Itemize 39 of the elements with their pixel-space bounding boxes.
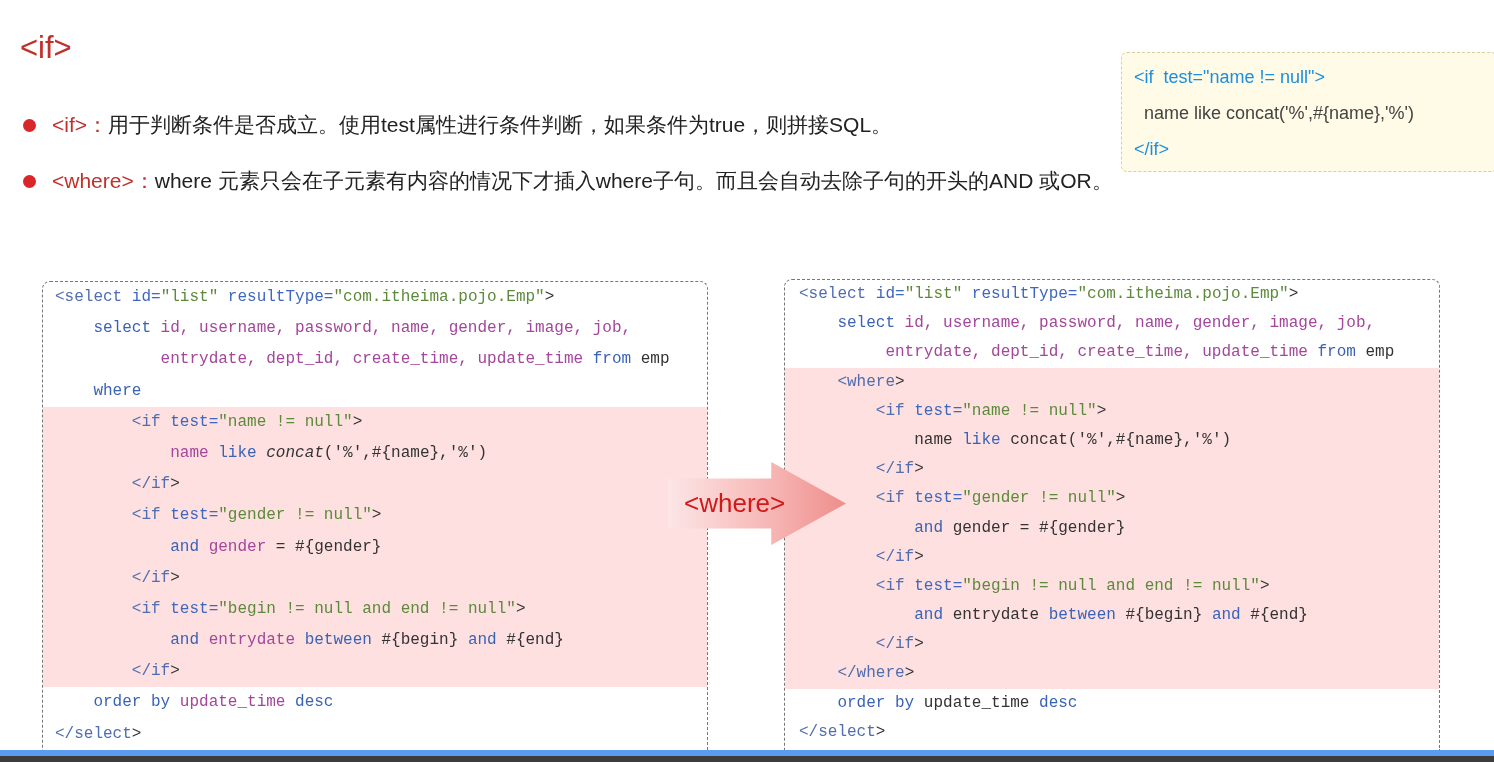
code-line: and entrydate between #{begin} and #{end} [913, 606, 1308, 625]
slide-title: <if> [20, 29, 72, 67]
code-line: name like concat('%',#{name},'%') [913, 430, 1232, 449]
code-line: and gender = #{gender} [913, 518, 1126, 537]
bullet-text: <if>：用于判断条件是否成立。使用test属性进行条件判断，如果条件为true，则拼接SQL。 [52, 112, 893, 138]
note-line: </if> [1134, 138, 1171, 161]
code-line: </if> [130, 662, 180, 681]
code-line: <if test="begin != null and end != null"> [130, 599, 526, 618]
code-line: <where> [836, 372, 905, 391]
bullet-dot [23, 174, 36, 188]
code-line: </if> [874, 460, 924, 479]
code-line: </if> [874, 635, 924, 654]
code-line: entrydate, dept_id, create_time, update_time from emp [884, 343, 1395, 362]
code-line: <if test="begin != null and end != null"> [874, 576, 1270, 595]
code-line: and entrydate between #{begin} and #{end} [169, 631, 564, 650]
note-line: name like concat('%',#{name},'%') [1143, 102, 1415, 125]
code-line: </select> [55, 724, 142, 743]
code-line: <select id="list" resultType="com.itheima.pojo.Emp"> [799, 285, 1299, 303]
code-line: select id, username, password, name, gender, image, job, [92, 319, 632, 338]
note-line: <if test="name != null"> [1134, 66, 1326, 89]
code-line: entrydate, dept_id, create_time, update_time from emp [159, 350, 670, 369]
code-line: <if test="name != null"> [874, 401, 1107, 420]
code-line: </where> [836, 664, 915, 683]
code-line: </if> [874, 547, 924, 566]
bullet-dot [23, 118, 36, 132]
bullet-text: <where>：where 元素只会在子元素有内容的情况下才插入where子句。而且会自动去除子句的开头的AND 或OR。 [52, 168, 1113, 194]
code-line: <if test="gender != null"> [130, 506, 382, 525]
code-line: <select id="list" resultType="com.itheima.pojo.Emp"> [55, 288, 555, 306]
code-line: </if> [130, 568, 180, 587]
code-line: name like concat('%',#{name},'%') [169, 443, 488, 462]
code-line: and gender = #{gender} [169, 537, 382, 556]
code-line: </if> [130, 475, 180, 494]
code-line: </select> [799, 722, 886, 741]
code-line: where [92, 381, 142, 400]
code-line: <if test="gender != null"> [874, 489, 1126, 508]
code-line: order by update_time desc [836, 693, 1078, 712]
code-line: order by update_time desc [92, 693, 334, 712]
code-line: <if test="name != null"> [130, 412, 363, 431]
code-line: select id, username, password, name, gender, image, job, [836, 314, 1376, 333]
